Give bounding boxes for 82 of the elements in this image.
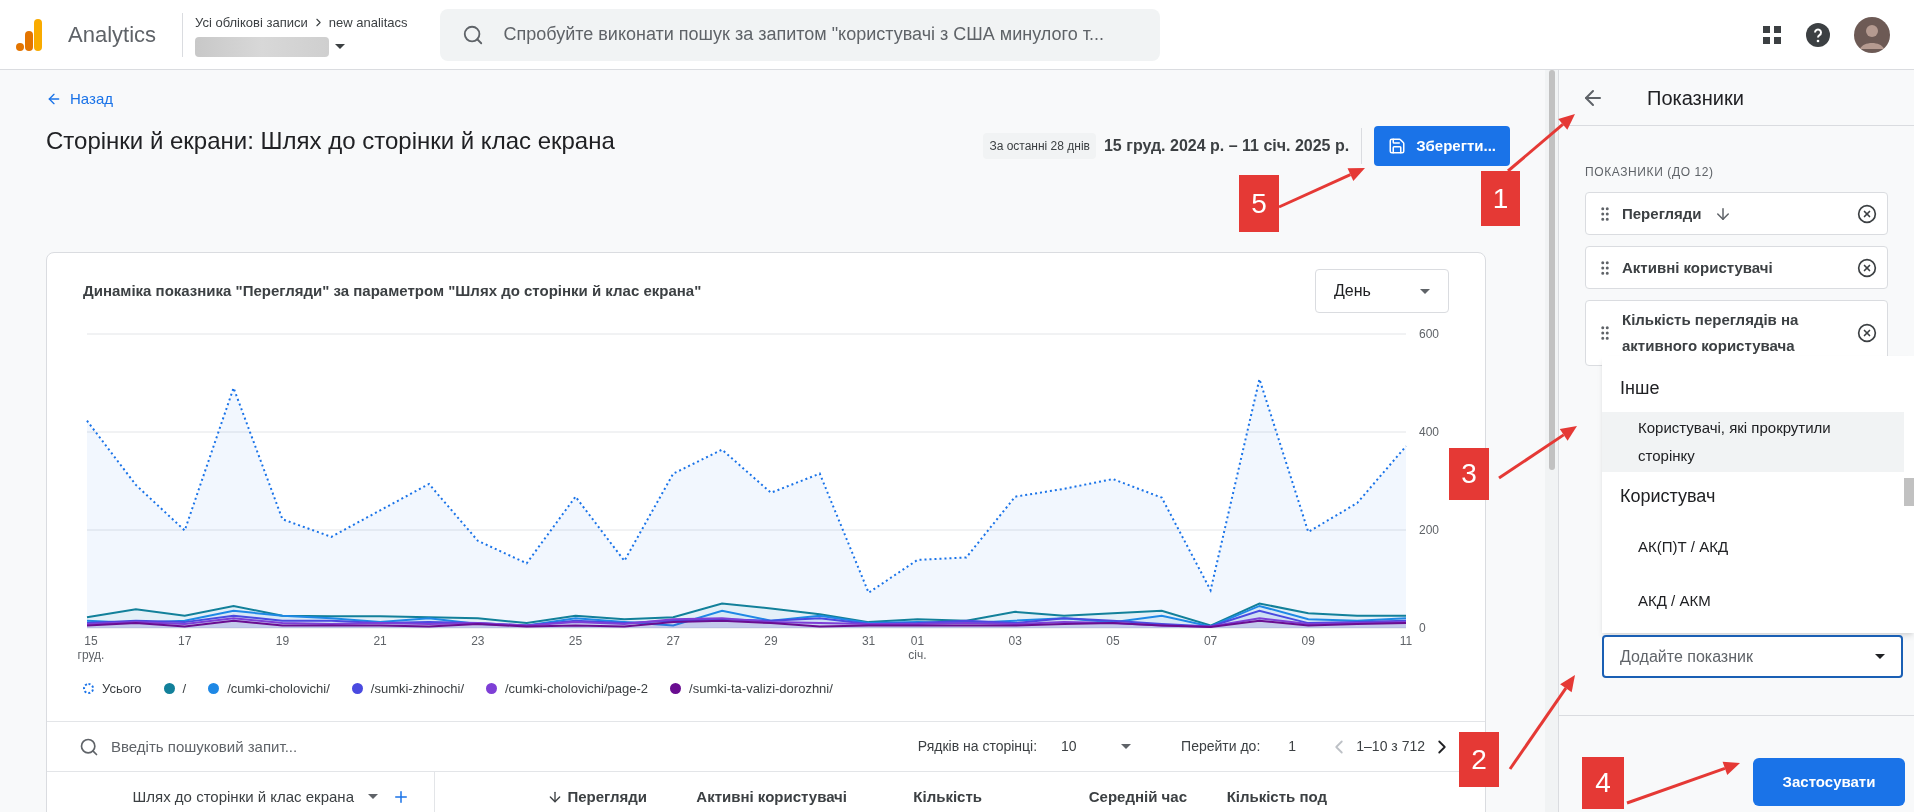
legend-label: /cumki-cholovichi/ [227, 679, 330, 698]
x-axis-label: 15 груд. [77, 634, 105, 663]
rows-per-page-select[interactable]: 10 [1061, 736, 1132, 758]
column-header[interactable]: Кількість [913, 785, 982, 808]
caret-icon [335, 44, 346, 49]
menu-item[interactable]: АКД / АКМ [1602, 574, 1904, 628]
legend-label: / [182, 679, 187, 698]
x-axis-label: 19 [275, 634, 290, 649]
legend-label: Усього [102, 679, 142, 698]
section-label: ПОКАЗНИКИ (ДО 12) [1585, 164, 1715, 181]
apply-button[interactable]: Застосувати [1753, 758, 1905, 806]
table-search-field[interactable]: Введіть пошуковий запит... [111, 735, 611, 758]
column-header[interactable]: Активні користувачі [696, 785, 847, 808]
x-axis-label: 09 [1301, 634, 1315, 649]
caret-icon [1875, 654, 1885, 659]
caret-icon [1420, 288, 1430, 294]
column-header[interactable]: Середній час [1088, 785, 1187, 808]
remove-icon[interactable] [1857, 323, 1877, 343]
annotation-number: 3 [1449, 448, 1489, 500]
annotation-number: 1 [1481, 171, 1520, 226]
product-name: Analytics [68, 21, 157, 49]
x-axis-label: 23 [471, 634, 485, 649]
y-axis-label: 200 [1419, 523, 1440, 538]
page-title: Сторінки й екрани: Шлях до сторінки й клас екрана [46, 126, 615, 157]
menu-group-label: Інше [1619, 376, 1661, 400]
menu-group-label: Користувач [1619, 484, 1717, 508]
search-field[interactable]: Спробуйте виконати пошук за запитом "користувачі з США минулого т... [439, 8, 1160, 61]
x-axis-label: 31 [861, 634, 876, 649]
save-icon [1388, 137, 1407, 156]
granularity-dropdown[interactable]: День [1315, 269, 1449, 314]
metric-chip[interactable]: Активні користувачі [1585, 246, 1888, 289]
x-axis-label: 05 [1106, 634, 1120, 649]
search-icon [461, 23, 484, 46]
annotation-number: 2 [1459, 732, 1499, 787]
scrollbar-thumb[interactable] [1548, 70, 1555, 470]
menu-item[interactable]: Користувачі, які прокрутили сторінку [1602, 412, 1904, 472]
chart-title: Динаміка показника "Перегляди" за параметром "Шлях до сторінки й клас екрана" [83, 281, 702, 301]
x-axis-label: 29 [764, 634, 778, 649]
analytics-logo-icon [16, 18, 42, 51]
search-icon [79, 736, 99, 757]
metric-chip[interactable]: Перегляди [1585, 192, 1888, 235]
x-axis-label: 25 [568, 634, 583, 649]
legend-label: /sumki-ta-valizi-dorozhni/ [689, 679, 833, 698]
breadcrumb-link[interactable]: Усі облікові записи [195, 12, 308, 32]
legend-label: /cumki-cholovichi/page-2 [505, 679, 649, 698]
y-axis-label: 400 [1419, 425, 1440, 440]
date-range-label: За останні 28 днів [983, 133, 1096, 160]
legend-label: /sumki-zhinochi/ [370, 679, 464, 698]
save-button[interactable]: Зберегти... [1374, 126, 1510, 167]
annotation-number: 5 [1239, 175, 1279, 232]
date-range[interactable]: 15 груд. 2024 р. – 11 січ. 2025 р. [1103, 128, 1363, 165]
x-axis-label: 07 [1203, 634, 1218, 649]
remove-icon[interactable] [1857, 203, 1877, 224]
back-link[interactable]: Назад [46, 88, 113, 111]
breadcrumb-link[interactable]: new analitacs [328, 12, 408, 32]
y-axis-label: 600 [1419, 327, 1440, 342]
x-axis-label: 27 [666, 634, 680, 649]
menu-item[interactable]: АК(П)Т / АКД [1602, 520, 1904, 574]
column-header[interactable]: Перегляди [567, 785, 647, 808]
remove-icon[interactable] [1857, 257, 1877, 278]
avatar-icon[interactable] [1854, 16, 1890, 53]
add-metric-select[interactable]: Додайте показник [1602, 635, 1903, 678]
page-range: 1–10 з 712 [1356, 737, 1425, 757]
x-axis-label: 01 січ. [908, 634, 927, 663]
column-header[interactable]: Шлях до сторінки й клас екрана [132, 785, 354, 808]
annotation-arrow [1507, 114, 1575, 173]
annotation-number: 4 [1582, 757, 1624, 809]
panel-title: Показники [1647, 85, 1744, 111]
help-icon[interactable] [1806, 22, 1830, 47]
caret-icon [1121, 744, 1132, 750]
rows-per-page-label: Рядків на сторінці: [917, 737, 1038, 757]
menu-scrollbar-thumb[interactable] [1904, 478, 1914, 506]
apps-grid-icon[interactable] [1762, 24, 1782, 45]
goto-label: Перейти до: [1181, 737, 1261, 757]
x-axis-label: 03 [1008, 634, 1022, 649]
goto-field[interactable]: 1 [1288, 736, 1329, 758]
caret-icon [368, 794, 378, 800]
x-axis-label: 17 [178, 634, 192, 649]
y-axis-label: 0 [1419, 621, 1426, 636]
x-axis-label: 11 [1399, 634, 1413, 649]
column-header[interactable]: Кількість под [1226, 785, 1327, 808]
x-axis-label: 21 [373, 634, 387, 649]
